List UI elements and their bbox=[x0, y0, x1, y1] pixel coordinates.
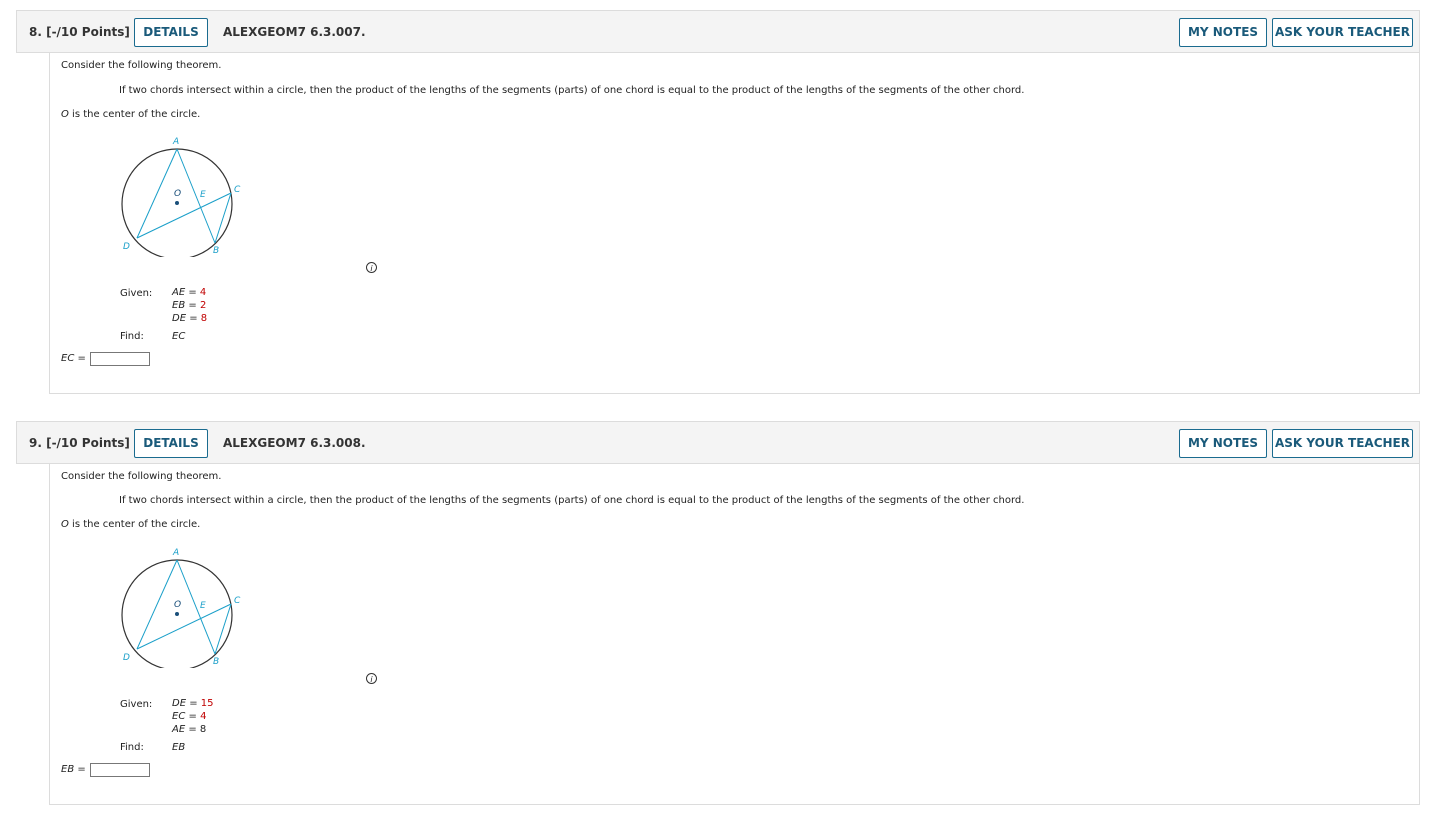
given-item: EC = 4 bbox=[172, 711, 207, 722]
given-list: AE = 4 EB = 2 DE = 8 bbox=[172, 286, 207, 325]
given-item: AE = 8 bbox=[172, 724, 207, 735]
label-E: E bbox=[200, 190, 206, 200]
chord-CB bbox=[214, 192, 232, 244]
details-button[interactable]: DETAILS bbox=[134, 18, 208, 47]
answer-input-EB[interactable] bbox=[90, 763, 150, 777]
info-icon[interactable]: i bbox=[366, 262, 377, 273]
my-notes-button[interactable]: MY NOTES bbox=[1179, 18, 1267, 47]
center-var: O bbox=[61, 519, 69, 530]
label-E: E bbox=[200, 601, 206, 611]
center-note: O is the center of the circle. bbox=[61, 109, 200, 120]
question-9-body: Consider the following theorem. If two c… bbox=[49, 464, 1420, 805]
answer-input-EC[interactable] bbox=[90, 352, 150, 366]
chord-DC bbox=[136, 603, 232, 650]
chord-AD bbox=[136, 148, 178, 239]
theorem-text: If two chords intersect within a circle,… bbox=[119, 85, 1025, 96]
center-note: O is the center of the circle. bbox=[61, 519, 200, 530]
center-var: O bbox=[61, 109, 69, 120]
label-B: B bbox=[213, 657, 219, 667]
my-notes-button[interactable]: MY NOTES bbox=[1179, 429, 1267, 458]
center-note-text: is the center of the circle. bbox=[68, 109, 201, 120]
question-8-header: 8. [-/10 Points] DETAILS ALEXGEOM7 6.3.0… bbox=[16, 10, 1420, 53]
chord-AD bbox=[136, 559, 178, 650]
theorem-text: If two chords intersect within a circle,… bbox=[119, 495, 1025, 506]
find-label: Find: bbox=[120, 331, 144, 342]
question-9-header: 9. [-/10 Points] DETAILS ALEXGEOM7 6.3.0… bbox=[16, 421, 1420, 464]
label-A: A bbox=[172, 137, 179, 147]
find-value: EC bbox=[172, 331, 186, 342]
chord-AB bbox=[176, 559, 216, 655]
label-B: B bbox=[213, 246, 219, 256]
ask-teacher-button[interactable]: ASK YOUR TEACHER bbox=[1272, 429, 1413, 458]
question-number: 8. [-/10 Points] bbox=[29, 25, 130, 39]
label-O: O bbox=[174, 600, 181, 610]
center-note-text: is the center of the circle. bbox=[68, 519, 201, 530]
info-icon[interactable]: i bbox=[366, 673, 377, 684]
given-list: DE = 15 EC = 4 AE = 8 bbox=[172, 697, 214, 736]
chord-CB bbox=[214, 603, 232, 655]
intro-text: Consider the following theorem. bbox=[61, 60, 222, 71]
label-D: D bbox=[123, 653, 130, 663]
given-label: Given: bbox=[120, 699, 153, 710]
label-A: A bbox=[172, 548, 179, 558]
chord-DC bbox=[136, 192, 232, 239]
circle-diagram: A C D B E O bbox=[121, 137, 241, 257]
circle-diagram: A C D B E O bbox=[121, 548, 241, 668]
question-8-body: Consider the following theorem. If two c… bbox=[49, 53, 1420, 394]
question-code: ALEXGEOM7 6.3.008. bbox=[223, 436, 366, 450]
center-point bbox=[175, 201, 179, 205]
label-C: C bbox=[234, 596, 241, 606]
intro-text: Consider the following theorem. bbox=[61, 471, 222, 482]
details-button[interactable]: DETAILS bbox=[134, 429, 208, 458]
ask-teacher-button[interactable]: ASK YOUR TEACHER bbox=[1272, 18, 1413, 47]
center-point bbox=[175, 612, 179, 616]
question-code: ALEXGEOM7 6.3.007. bbox=[223, 25, 366, 39]
label-O: O bbox=[174, 189, 181, 199]
answer-label: EB = bbox=[61, 764, 86, 775]
given-label: Given: bbox=[120, 288, 153, 299]
answer-label: EC = bbox=[61, 353, 86, 364]
question-number: 9. [-/10 Points] bbox=[29, 436, 130, 450]
label-C: C bbox=[234, 185, 241, 195]
given-item: AE = 4 bbox=[172, 287, 207, 298]
chord-AB bbox=[176, 148, 216, 244]
given-item: DE = 15 bbox=[172, 698, 214, 709]
label-D: D bbox=[123, 242, 130, 252]
given-item: DE = 8 bbox=[172, 313, 208, 324]
given-item: EB = 2 bbox=[172, 300, 207, 311]
find-value: EB bbox=[172, 742, 186, 753]
find-label: Find: bbox=[120, 742, 144, 753]
